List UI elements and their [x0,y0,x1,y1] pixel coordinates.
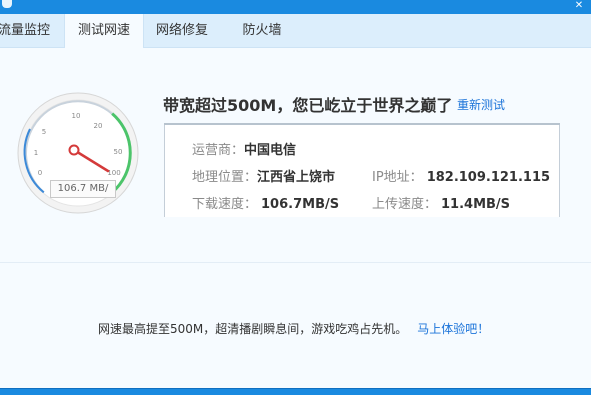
gauge-speed-readout: 106.7 MB/ [50,180,116,198]
gauge-tick-50: 50 [114,148,123,156]
promo-text-row: 网速最高提至500M，超清播剧瞬息间，游戏吃鸡占先机。 马上体验吧！ [98,320,489,337]
gauge-tick-20: 20 [94,122,103,130]
app-icon [2,0,12,8]
isp-row: 运营商：中国电信 [192,139,296,158]
gauge-tick-5: 5 [42,128,46,136]
gauge-tick-1: 1 [34,149,38,157]
result-panel: 运营商：中国电信 地理位置：江西省上饶市 IP地址： 182.109.121.11… [164,123,560,217]
download-row: 下载速度： 106.7MB/S [192,193,339,212]
tab-firewall[interactable]: 防火墙 [236,14,288,47]
tab-traffic-monitor[interactable]: 流量监控 [0,14,50,47]
ip-row: IP地址： 182.109.121.115 [372,166,550,185]
title-bar: ✕ [0,0,591,14]
promo-text: 网速最高提至500M，超清播剧瞬息间，游戏吃鸡占先机。 [98,322,408,336]
divider [0,262,591,263]
location-value: 江西省上饶市 [257,170,336,185]
download-label: 下载速度： [192,197,258,212]
tab-bar: 流量监控 测试网速 网络修复 防火墙 [0,14,591,48]
result-headline: 带宽超过500M，您已屹立于世界之巅了 [163,96,453,115]
gauge-tick-10: 10 [72,112,81,120]
upload-value: 11.4MB/S [441,197,511,212]
retest-link[interactable]: 重新测试 [457,96,505,113]
ip-label: IP地址： [372,170,423,185]
isp-label: 运营商： [192,143,245,158]
tab-network-repair[interactable]: 网络修复 [150,14,214,47]
close-icon[interactable]: ✕ [567,0,591,14]
tab-speed-test[interactable]: 测试网速 [64,14,144,48]
upload-label: 上传速度： [372,197,438,212]
promo-link[interactable]: 马上体验吧！ [417,322,489,336]
isp-value: 中国电信 [244,143,297,158]
gauge-tick-100: 100 [107,169,120,177]
upload-row: 上传速度： 11.4MB/S [372,193,510,212]
ip-value: 182.109.121.115 [426,170,551,185]
location-row: 地理位置：江西省上饶市 [192,166,335,185]
gauge-tick-0: 0 [38,169,42,177]
download-value: 106.7MB/S [261,197,340,212]
location-label: 地理位置： [192,170,258,185]
